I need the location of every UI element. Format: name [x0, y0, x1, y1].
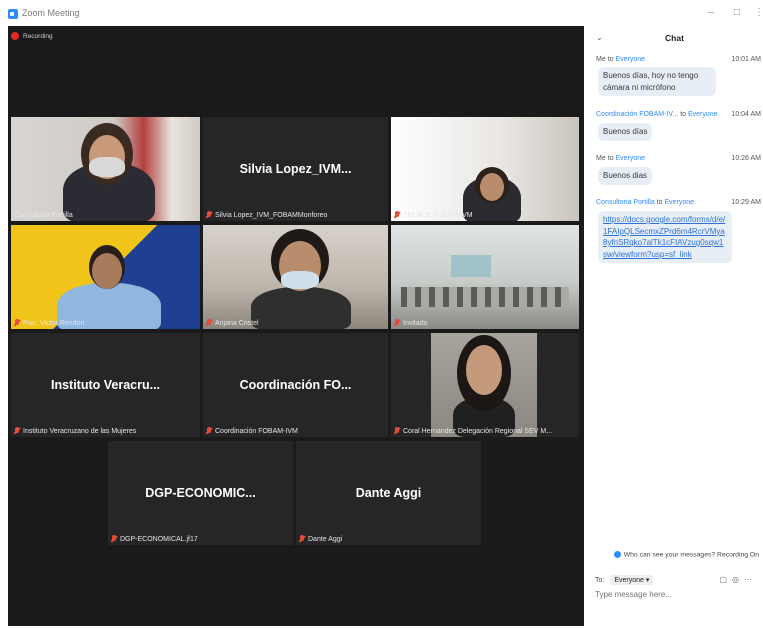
chat-message-meta: Me to Everyone 10:01 AM	[596, 56, 761, 63]
participant-name-tag: Dante Aggi	[299, 535, 342, 543]
recording-label: Recording	[23, 32, 53, 40]
mic-muted-icon	[299, 535, 305, 543]
title-bar: Zoom Meeting – □ ⋮	[0, 0, 763, 26]
emoji-icon[interactable]: ◎	[732, 575, 744, 584]
face-mask	[281, 271, 319, 289]
mic-muted-icon	[206, 319, 212, 327]
participant-name-tag: Instituto Veracruzano de las Mujeres	[14, 427, 136, 435]
people-icon	[613, 551, 621, 558]
room-chairs	[401, 287, 569, 307]
chat-privacy-notice[interactable]: Who can see your messages? Recording On	[586, 551, 763, 558]
minimize-icon[interactable]: –	[704, 7, 718, 18]
participant-name-tag: DGP-ECONOMICAL.jf17	[111, 535, 198, 543]
participant-display-name: Instituto Veracru...	[50, 378, 161, 392]
mic-muted-icon	[111, 535, 117, 543]
record-icon	[11, 32, 19, 40]
maximize-icon[interactable]: □	[730, 7, 744, 18]
chat-title: Chat	[665, 33, 684, 43]
face-mask	[89, 157, 125, 177]
participant-name-tag: ENLACE FOBAM-IVM	[394, 211, 473, 219]
participant-name-tag: Coordinación FOBAM-IVM	[206, 427, 298, 435]
mic-muted-icon	[14, 319, 20, 327]
participant-name-tag: Invitado	[394, 319, 428, 327]
video-tile-dante[interactable]: Dante Aggi Dante Aggi	[296, 441, 481, 545]
participant-name-tag: Silvia Lopez_IVM_FOBAMMonforeo	[206, 211, 327, 219]
recipient-select[interactable]: Everyone ▾	[610, 575, 654, 585]
chat-message-bubble: Buenos dias	[598, 167, 653, 185]
chat-message-bubble: Buenos días, hoy no tengo cámara ni micr…	[598, 67, 716, 96]
chat-message-meta: Coordinación FOBAM-IV... to Everyone 10:…	[596, 111, 761, 118]
mic-muted-icon	[206, 211, 212, 219]
participant-name-tag: Anjana Cristel	[206, 319, 259, 327]
camera-feed	[391, 225, 579, 329]
participant-face	[92, 253, 122, 289]
participant-body	[251, 287, 351, 329]
chat-message-meta: Me to Everyone 10:26 AM	[596, 155, 761, 162]
video-tile-instituto[interactable]: Instituto Veracru... Instituto Veracruza…	[11, 333, 200, 437]
participant-display-name: DGP-ECONOMIC...	[145, 486, 256, 500]
participant-name-tag: Psic. Victor Rendón	[14, 319, 84, 327]
video-tile-portilla[interactable]: Consultoria Portilla	[11, 117, 200, 221]
more-options-icon[interactable]: ⋯	[744, 575, 757, 584]
video-tile-dgp[interactable]: DGP-ECONOMIC... DGP-ECONOMICAL.jf17	[108, 441, 293, 545]
video-gallery: Recording Consultoria Portilla Silvia Lo…	[8, 26, 584, 626]
participant-face	[480, 173, 504, 201]
chat-header: ⌄ Chat	[586, 26, 763, 50]
video-tile-cristel[interactable]: Anjana Cristel	[203, 225, 388, 329]
mic-muted-icon	[14, 427, 20, 435]
mic-muted-icon	[206, 427, 212, 435]
participant-name-tag: Consultoria Portilla	[14, 212, 73, 219]
participant-display-name: Silvia Lopez_IVM...	[239, 162, 352, 176]
mic-muted-icon	[394, 319, 400, 327]
room-screen	[451, 255, 491, 277]
more-icon[interactable]: ⋮	[752, 7, 763, 18]
chat-message-meta: Consultoria Portilla to Everyone 10:29 A…	[596, 199, 761, 206]
chat-message-bubble: Buenos días	[598, 123, 653, 141]
chat-panel: ⌄ Chat Me to Everyone 10:01 AM Buenos dí…	[586, 26, 763, 628]
video-tile-coordinacion[interactable]: Coordinación FO... Coordinación FOBAM-IV…	[203, 333, 388, 437]
window-title: Zoom Meeting	[22, 8, 80, 18]
participant-display-name: Coordinación FO...	[239, 378, 352, 392]
file-icon[interactable]: ▢	[719, 575, 732, 584]
video-tile-enlace[interactable]: ENLACE FOBAM-IVM	[391, 117, 579, 221]
participant-face	[466, 345, 502, 395]
mic-muted-icon	[394, 427, 400, 435]
zoom-app-icon	[8, 9, 18, 19]
video-tile-coral[interactable]: Coral Hernandez Delegación Regional SEV …	[391, 333, 579, 437]
chat-message-input[interactable]	[595, 590, 755, 599]
video-tile-invitado[interactable]: Invitado	[391, 225, 579, 329]
chat-recipient-row: To: Everyone ▾ ▢◎⋯	[595, 573, 757, 587]
participant-name-tag: Coral Hernandez Delegación Regional SEV …	[394, 427, 552, 435]
mic-muted-icon	[394, 211, 400, 219]
chat-message-link[interactable]: https://docs.google.com/forms/d/e/1FAIpQ…	[598, 211, 732, 263]
video-tile-rendon[interactable]: Psic. Victor Rendón	[11, 225, 200, 329]
to-label: To:	[595, 576, 605, 584]
recording-indicator[interactable]: Recording	[11, 32, 53, 40]
chat-tool-icons: ▢◎⋯	[719, 575, 757, 584]
video-tile-silvia[interactable]: Silvia Lopez_IVM... Silvia Lopez_IVM_FOB…	[203, 117, 388, 221]
participant-display-name: Dante Aggi	[355, 486, 422, 500]
